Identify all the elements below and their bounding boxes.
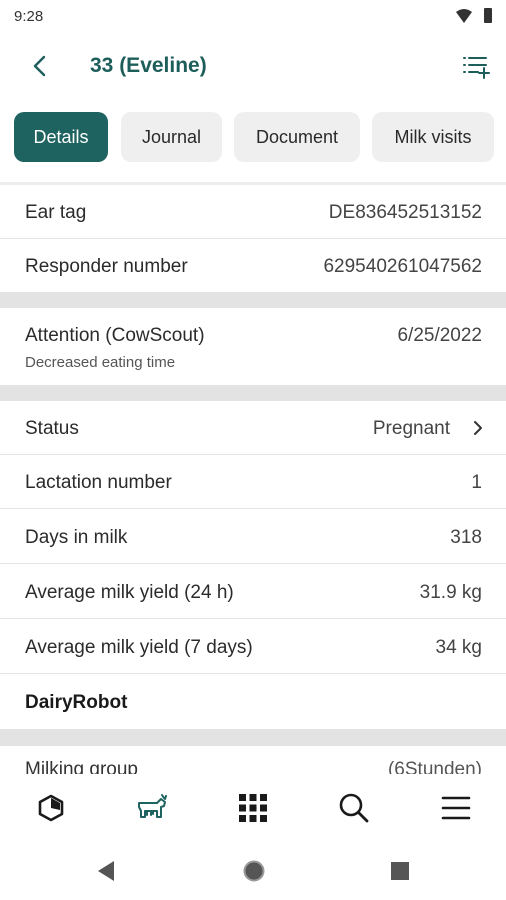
status-time: 9:28 bbox=[14, 8, 44, 25]
milking-group-label: Milking group bbox=[25, 759, 138, 774]
attention-detail: Decreased eating time bbox=[25, 354, 176, 371]
nav-animal[interactable] bbox=[132, 788, 172, 828]
status-bar: 9:28 bbox=[0, 0, 506, 34]
ear-tag-row: Ear tag DE836452513152 bbox=[0, 185, 506, 239]
tab-bar: Details Journal Document Milk visits bbox=[0, 110, 506, 164]
status-label: Status bbox=[25, 418, 79, 439]
milking-group-value: (6Stunden) bbox=[387, 759, 482, 774]
avg-yield-7d-value: 34 kg bbox=[435, 637, 482, 658]
section-gap bbox=[0, 293, 506, 308]
days-in-milk-label: Days in milk bbox=[25, 527, 128, 548]
ear-tag-label: Ear tag bbox=[25, 202, 87, 223]
circle-home-icon bbox=[243, 860, 265, 882]
system-back-button[interactable] bbox=[93, 858, 119, 884]
triangle-back-icon bbox=[98, 861, 114, 881]
cow-icon bbox=[138, 794, 167, 818]
chevron-left-icon bbox=[33, 55, 46, 77]
page-title: 33 (Eveline) bbox=[90, 54, 207, 77]
tab-journal[interactable]: Journal bbox=[121, 112, 222, 162]
avg-yield-7d-label: Average milk yield (7 days) bbox=[25, 637, 253, 658]
attention-date: 6/25/2022 bbox=[397, 325, 482, 346]
days-in-milk-value: 318 bbox=[450, 527, 482, 548]
square-recents-icon bbox=[391, 862, 409, 880]
tab-document[interactable]: Document bbox=[234, 112, 360, 162]
cow-head-icon bbox=[38, 794, 64, 822]
avg-yield-24h-row: Average milk yield (24 h) 31.9 kg bbox=[0, 565, 506, 619]
app-bar: 33 (Eveline) bbox=[0, 34, 506, 98]
system-navigation bbox=[0, 840, 506, 900]
lactation-label: Lactation number bbox=[25, 472, 172, 493]
milking-group-row[interactable]: Milking group (6Stunden) bbox=[0, 746, 506, 774]
nav-search[interactable] bbox=[334, 788, 374, 828]
apps-grid-icon bbox=[239, 794, 267, 822]
wifi-icon bbox=[456, 9, 472, 28]
list-add-icon bbox=[463, 57, 490, 79]
avg-yield-24h-value: 31.9 kg bbox=[419, 582, 482, 603]
avg-yield-24h-label: Average milk yield (24 h) bbox=[25, 582, 234, 603]
nav-herd[interactable] bbox=[31, 788, 71, 828]
battery-icon bbox=[484, 8, 492, 23]
lactation-row: Lactation number 1 bbox=[0, 455, 506, 509]
back-button[interactable] bbox=[24, 50, 56, 82]
status-value: Pregnant bbox=[372, 418, 450, 439]
list-add-button[interactable] bbox=[460, 50, 492, 82]
system-recents-button[interactable] bbox=[387, 858, 413, 884]
responder-value: 629540261047562 bbox=[323, 256, 482, 277]
attention-row[interactable]: Attention (CowScout) 6/25/2022 Decreased… bbox=[0, 308, 506, 386]
chevron-right-icon bbox=[474, 421, 482, 435]
ear-tag-value: DE836452513152 bbox=[328, 202, 482, 223]
responder-label: Responder number bbox=[25, 256, 188, 277]
days-in-milk-row: Days in milk 318 bbox=[0, 510, 506, 564]
avg-yield-7d-row: Average milk yield (7 days) 34 kg bbox=[0, 620, 506, 674]
tab-details[interactable]: Details bbox=[14, 112, 108, 162]
lactation-value: 1 bbox=[471, 472, 482, 493]
section-gap bbox=[0, 386, 506, 401]
bottom-navigation bbox=[0, 774, 506, 840]
attention-label: Attention (CowScout) bbox=[25, 325, 205, 346]
dairyrobot-label: DairyRobot bbox=[25, 692, 128, 713]
tab-milk-visits[interactable]: Milk visits bbox=[372, 112, 494, 162]
search-icon bbox=[339, 793, 369, 823]
status-row[interactable]: Status Pregnant bbox=[0, 401, 506, 455]
menu-icon bbox=[441, 796, 471, 820]
nav-apps[interactable] bbox=[233, 788, 273, 828]
dairyrobot-section-header: DairyRobot bbox=[0, 675, 506, 729]
responder-row: Responder number 629540261047562 bbox=[0, 239, 506, 293]
system-home-button[interactable] bbox=[241, 858, 267, 884]
section-gap bbox=[0, 729, 506, 746]
nav-menu[interactable] bbox=[436, 788, 476, 828]
